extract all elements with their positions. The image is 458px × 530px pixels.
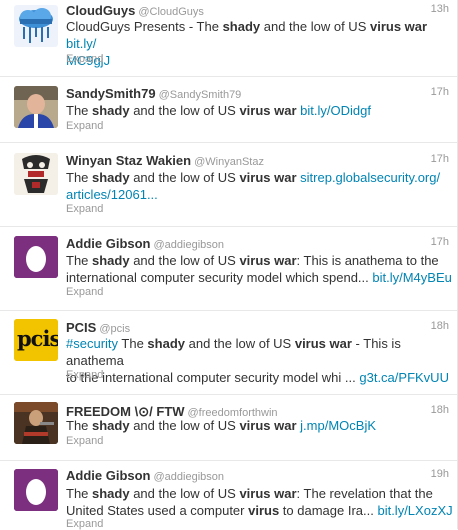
tweet-link[interactable]: j.mp/MOcBjK <box>300 418 376 433</box>
hashtag-link[interactable]: #security <box>66 336 118 351</box>
tweet-item[interactable]: FREEDOM \⊙/ FTW @freedomforthwin 18h The … <box>0 395 457 461</box>
highlight-term: shady <box>92 103 130 118</box>
timestamp[interactable]: 13h <box>431 3 449 15</box>
tweet-header: CloudGuys @CloudGuys 13h <box>66 2 449 18</box>
text-segment: to the international computer security m… <box>66 370 360 385</box>
highlight-term: virus war <box>239 418 297 433</box>
expand-link[interactable]: Expand <box>66 435 103 447</box>
tweet-header: PCIS @pcis 18h <box>66 319 449 335</box>
text-segment: The <box>66 170 93 185</box>
tweet-header: SandySmith79 @SandySmith79 17h <box>66 85 449 101</box>
tweet-link[interactable]: articles/12061... <box>66 187 158 202</box>
user-handle[interactable]: @addiegibson <box>154 239 225 251</box>
expand-link[interactable]: Expand <box>66 518 103 530</box>
user-name[interactable]: PCIS <box>66 320 96 335</box>
text-segment: and the low of US <box>185 336 295 351</box>
highlight-term: virus war <box>239 170 297 185</box>
tweet-item[interactable]: Addie Gibson @addiegibson 17h The shady a… <box>0 227 457 311</box>
highlight-term: virus war <box>239 253 297 268</box>
highlight-term: shady <box>147 336 185 351</box>
tweet-text: The shady and the low of US virus war: T… <box>66 485 454 519</box>
tweet-item[interactable]: SandySmith79 @SandySmith79 17h The shady … <box>0 77 457 143</box>
expand-link[interactable]: Expand <box>66 53 103 65</box>
timestamp[interactable]: 17h <box>431 86 449 98</box>
text-segment: and the low of US <box>129 486 240 501</box>
tweet-item[interactable]: Addie Gibson @addiegibson 19h The shady a… <box>0 461 457 530</box>
tweet-text: The shady and the low of US virus war j.… <box>66 417 454 434</box>
tweet-link[interactable]: bit.ly/ <box>66 36 96 51</box>
user-handle[interactable]: @SandySmith79 <box>159 89 242 101</box>
user-name[interactable]: Addie Gibson <box>66 468 151 483</box>
tweet-text: CloudGuys Presents - The shady and the l… <box>66 18 454 69</box>
person-photo-icon[interactable] <box>14 86 58 128</box>
text-segment: : This is anathema to the <box>296 253 439 268</box>
highlight-term: shady <box>92 253 130 268</box>
text-segment: The <box>118 336 148 351</box>
tweet-item[interactable]: CloudGuys @CloudGuys 13h CloudGuys Presen… <box>0 0 457 77</box>
timestamp[interactable]: 19h <box>431 468 449 480</box>
default-egg-icon[interactable] <box>14 236 58 278</box>
totem-art-icon[interactable] <box>14 153 58 195</box>
highlight-term: virus <box>248 503 280 518</box>
user-handle[interactable]: @addiegibson <box>154 471 225 483</box>
user-name[interactable]: SandySmith79 <box>66 86 156 101</box>
text-segment: international computer security model wh… <box>66 270 373 285</box>
tweet-item[interactable]: pcis PCIS @pcis 18h #security The shady a… <box>0 311 457 395</box>
timestamp[interactable]: 17h <box>431 153 449 165</box>
highlight-term: virus war <box>369 19 428 34</box>
tweet-link[interactable]: sitrep.globalsecurity.org/ <box>300 170 440 185</box>
highlight-term: shady <box>92 486 130 501</box>
user-name[interactable]: Addie Gibson <box>66 236 151 251</box>
text-segment: and the low of US <box>129 170 240 185</box>
highlight-term: virus war <box>239 486 297 501</box>
timestamp[interactable]: 18h <box>431 320 449 332</box>
tweet-text: The shady and the low of US virus war bi… <box>66 102 454 119</box>
tweet-header: Addie Gibson @addiegibson 19h <box>66 467 449 483</box>
timestamp[interactable]: 17h <box>431 236 449 248</box>
tweet-header: Winyan Staz Wakien @WinyanStaz 17h <box>66 152 449 168</box>
expand-link[interactable]: Expand <box>66 203 103 215</box>
tweet-item[interactable]: Winyan Staz Wakien @WinyanStaz 17h The sh… <box>0 143 457 227</box>
pcis-logo-icon[interactable]: pcis <box>14 319 58 361</box>
text-segment: The <box>66 253 93 268</box>
tweet-link[interactable]: g3t.ca/PFKvUU <box>359 370 449 385</box>
text-segment: United States used a computer <box>66 503 249 518</box>
tweet-text: #security The shady and the low of US vi… <box>66 335 454 386</box>
expand-link[interactable]: Expand <box>66 120 103 132</box>
highlight-term: shady <box>92 170 130 185</box>
text-segment: CloudGuys Presents - The <box>66 19 223 34</box>
tweet-text: The shady and the low of US virus war: T… <box>66 252 454 286</box>
text-segment: The <box>66 418 93 433</box>
cloud-logo-icon[interactable] <box>14 5 58 47</box>
tweet-feed: CloudGuys @CloudGuys 13h CloudGuys Presen… <box>0 0 458 530</box>
tweet-link[interactable]: bit.ly/ODidgf <box>300 103 371 118</box>
highlight-term: virus war <box>294 336 352 351</box>
text-segment: The <box>66 486 93 501</box>
text-segment: to damage Ira... <box>279 503 378 518</box>
text-segment: and the low of US <box>129 253 240 268</box>
user-name[interactable]: Winyan Staz Wakien <box>66 153 191 168</box>
text-segment: The <box>66 103 93 118</box>
user-handle[interactable]: @CloudGuys <box>138 6 204 18</box>
user-handle[interactable]: @pcis <box>99 323 130 335</box>
tweet-link[interactable]: bit.ly/LXozXJ <box>377 503 452 518</box>
soldier-photo-icon[interactable] <box>14 402 58 444</box>
expand-link[interactable]: Expand <box>66 369 103 381</box>
highlight-term: virus war <box>239 103 297 118</box>
timestamp[interactable]: 18h <box>431 404 449 416</box>
text-segment: and the low of US <box>129 103 240 118</box>
logo-text: pcis <box>17 326 58 351</box>
highlight-term: shady <box>222 19 261 34</box>
text-segment: and the low of US <box>260 19 370 34</box>
tweet-header: Addie Gibson @addiegibson 17h <box>66 235 449 251</box>
tweet-link[interactable]: bit.ly/M4yBEu <box>372 270 451 285</box>
text-segment: : The revelation that the <box>296 486 433 501</box>
highlight-term: shady <box>92 418 130 433</box>
tweet-text: The shady and the low of US virus war si… <box>66 169 454 203</box>
user-name[interactable]: CloudGuys <box>66 3 135 18</box>
expand-link[interactable]: Expand <box>66 286 103 298</box>
user-handle[interactable]: @WinyanStaz <box>194 156 264 168</box>
default-egg-icon[interactable] <box>14 469 58 511</box>
text-segment: and the low of US <box>129 418 240 433</box>
